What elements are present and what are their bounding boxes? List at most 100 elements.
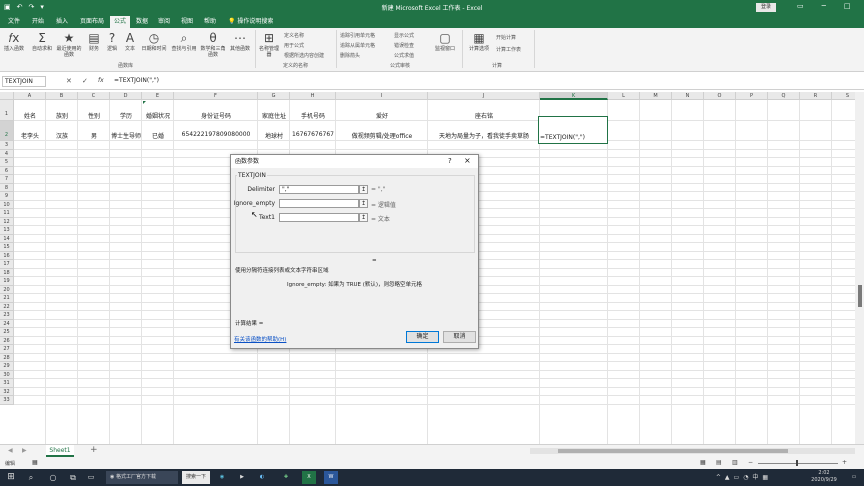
data-cell-I2[interactable]: 做视频剪辑/处理office <box>336 131 428 140</box>
ok-button[interactable]: 确定 <box>406 331 439 343</box>
use-in-formula-button[interactable]: 用于公式 <box>284 42 304 49</box>
notification-icon[interactable]: ▭ <box>848 471 860 484</box>
row-header-28[interactable]: 28 <box>0 353 14 362</box>
column-header-H[interactable]: H <box>290 92 336 100</box>
header-cell-D[interactable]: 学历 <box>110 111 142 120</box>
create-from-selection-button[interactable]: 根据所选内容创建 <box>284 52 324 59</box>
zoom-out-icon[interactable]: − <box>748 459 753 466</box>
row-header-22[interactable]: 22 <box>0 302 14 311</box>
clock[interactable]: 2:02 2020/9/29 <box>806 470 842 484</box>
next-sheet-icon[interactable]: ▶ <box>22 447 27 454</box>
cancel-button[interactable]: 取消 <box>443 331 476 343</box>
column-header-R[interactable]: R <box>800 92 832 100</box>
financial-button[interactable]: ▤ 财务 <box>86 31 102 52</box>
column-header-L[interactable]: L <box>608 92 640 100</box>
row-header-7[interactable]: 7 <box>0 175 14 184</box>
scroll-thumb[interactable] <box>858 285 862 307</box>
arg-input-text1[interactable] <box>279 213 359 222</box>
row-header-32[interactable]: 32 <box>0 387 14 396</box>
column-header-I[interactable]: I <box>336 92 428 100</box>
maximize-icon[interactable]: □ <box>844 2 851 10</box>
row-header-21[interactable]: 21 <box>0 294 14 303</box>
error-checking-button[interactable]: 错误检查 <box>394 42 414 49</box>
data-cell-H2[interactable]: 16767676767 <box>290 131 336 140</box>
scroll-thumb[interactable] <box>558 449 788 453</box>
row-header-19[interactable]: 19 <box>0 277 14 286</box>
tab-formulas[interactable]: 公式 <box>110 16 131 28</box>
row-header-25[interactable]: 25 <box>0 328 14 337</box>
tab-help[interactable]: 帮助 <box>204 17 216 28</box>
accessibility-icon[interactable]: ▦ <box>32 459 38 466</box>
header-cell-F[interactable]: 身份证号码 <box>174 111 258 120</box>
watch-window-button[interactable]: ▢ 监视窗口 <box>432 31 458 52</box>
header-cell-C[interactable]: 性别 <box>78 111 110 120</box>
arg-input-delimiter[interactable]: "," <box>279 185 359 194</box>
function-help-link[interactable]: 有关该函数的帮助(H) <box>234 335 286 343</box>
data-cell-E2[interactable]: 已婚 <box>142 131 174 140</box>
logical-button[interactable]: ? 逻辑 <box>104 31 120 52</box>
name-box[interactable]: TEXTJOIN <box>2 76 46 87</box>
column-header-B[interactable]: B <box>46 92 78 100</box>
row-header-27[interactable]: 27 <box>0 345 14 354</box>
data-cell-A2[interactable]: 老李头 <box>14 131 46 140</box>
column-header-M[interactable]: M <box>640 92 672 100</box>
arg-input-ignore-empty[interactable] <box>279 199 359 208</box>
collapse-dialog-icon[interactable]: ↥ <box>359 213 368 222</box>
login-button[interactable]: 登录 <box>756 3 776 12</box>
column-header-C[interactable]: C <box>78 92 110 100</box>
column-header-J[interactable]: J <box>428 92 540 100</box>
data-cell-G2[interactable]: 地球村 <box>258 131 290 140</box>
remove-arrows-button[interactable]: 删除箭头 <box>340 52 360 59</box>
name-manager-button[interactable]: ⊞ 名称管理器 <box>258 31 280 58</box>
column-header-D[interactable]: D <box>110 92 142 100</box>
recent-functions-button[interactable]: ★ 最近使用的函数 <box>56 31 82 58</box>
row-header-20[interactable]: 20 <box>0 285 14 294</box>
more-functions-button[interactable]: ⋯ 其他函数 <box>228 31 252 52</box>
calculate-sheet-button[interactable]: 计算工作表 <box>496 46 521 53</box>
row-header-29[interactable]: 29 <box>0 362 14 371</box>
column-header-K[interactable]: K <box>540 92 608 100</box>
define-name-button[interactable]: 定义名称 <box>284 32 304 39</box>
header-cell-A[interactable]: 姓名 <box>14 111 46 120</box>
collapse-dialog-icon[interactable]: ↥ <box>359 185 368 194</box>
word-taskbar-icon[interactable]: W <box>324 471 338 484</box>
show-formulas-button[interactable]: 显示公式 <box>394 32 414 39</box>
edge-browser-icon[interactable]: ◉ <box>216 471 228 484</box>
row-header-33[interactable]: 33 <box>0 396 14 405</box>
select-all-corner[interactable] <box>0 92 14 100</box>
page-break-view-icon[interactable]: ▥ <box>732 459 738 466</box>
header-cell-B[interactable]: 族别 <box>46 111 78 120</box>
page-layout-view-icon[interactable]: ▤ <box>716 459 722 466</box>
format-factory-icon[interactable]: ✚ <box>280 471 292 484</box>
header-cell-E[interactable]: 婚姻状况 <box>142 111 174 120</box>
tab-home[interactable]: 开始 <box>32 17 44 28</box>
calculate-now-button[interactable]: 开始计算 <box>496 34 516 41</box>
text-button[interactable]: A 文本 <box>122 31 138 52</box>
data-cell-D2[interactable]: 博士生导师 <box>110 131 142 140</box>
data-cell-C2[interactable]: 男 <box>78 131 110 140</box>
row-header-14[interactable]: 14 <box>0 234 14 243</box>
column-header-A[interactable]: A <box>14 92 46 100</box>
zoom-slider-thumb[interactable] <box>796 460 798 466</box>
row-header-9[interactable]: 9 <box>0 192 14 201</box>
media-player-icon[interactable]: ▶ <box>236 471 248 484</box>
data-cell-F2[interactable]: 654222197809080000 <box>174 131 258 140</box>
task-view-icon[interactable]: ○ <box>46 471 60 484</box>
sheet-tab-sheet1[interactable]: Sheet1 <box>46 445 74 457</box>
column-header-N[interactable]: N <box>672 92 704 100</box>
row-header-17[interactable]: 17 <box>0 260 14 269</box>
tab-page-layout[interactable]: 页面布局 <box>80 17 104 28</box>
row-header-1[interactable]: 1 <box>0 100 14 121</box>
ribbon-display-icon[interactable]: ▭ <box>797 2 804 10</box>
row-header-15[interactable]: 15 <box>0 243 14 252</box>
row-header-24[interactable]: 24 <box>0 319 14 328</box>
cancel-entry-icon[interactable]: ✕ <box>66 77 72 85</box>
taskbar-browser-app[interactable]: ◉ 格式工厂官方下载 <box>106 471 178 484</box>
row-header-5[interactable]: 5 <box>0 158 14 167</box>
tab-data[interactable]: 数据 <box>136 17 148 28</box>
row-header-2[interactable]: 2 <box>0 121 14 141</box>
vertical-scrollbar[interactable] <box>855 92 864 444</box>
trace-precedents-button[interactable]: 追踪引用单元格 <box>340 32 375 39</box>
search-box[interactable]: 搜索一下 <box>182 471 210 484</box>
data-cell-B2[interactable]: 汉族 <box>46 131 78 140</box>
